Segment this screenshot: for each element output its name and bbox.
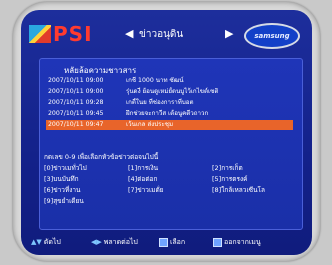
nav-left-arrow-icon[interactable]: ◀ [125,27,133,40]
ok-button-icon [159,237,168,247]
footer-select-label: เลือก [170,238,186,246]
news-row-text: เกตี้ในย ที่ช่องการาที่บอต [126,99,194,106]
news-row-text: ฝึกช่วยจะกาวีส เต้อนูคตีวถาวก [126,110,209,117]
category-item[interactable]: [3]บนบันทึก [44,174,126,184]
nav-right-arrow-icon[interactable]: ▶ [225,27,233,40]
news-panel: หลัยล้อความชาวสาร 2007/10/11 09:00 เกชี … [39,58,303,230]
footer-next[interactable]: ▲▼ ตัดไป [31,237,61,248]
header-nav[interactable]: ◀ ข่าวอนุดิน ▶ [125,26,237,44]
category-item[interactable]: [1]การเงิน [128,163,210,173]
footer-exit-label: ออกจากเมนู [224,238,261,246]
news-row-datetime: 2007/10/11 09:45 [48,110,104,117]
news-list: หลัยล้อความชาวสาร 2007/10/11 09:00 เกชี … [46,64,293,144]
news-row-datetime: 2007/10/11 09:00 [48,77,104,84]
category-item[interactable]: [2]การเก็ต [212,163,294,173]
psi-logo: PSI [29,22,92,46]
footer-exit[interactable]: ออกจากเมนู [213,237,261,248]
news-row[interactable]: 2007/10/11 09:00 รุ่นดงี่ ย้อนดูเหม่ยั้ด… [46,87,293,97]
tv-screen: PSI ◀ ข่าวอนุดิน ▶ samsung หลัยล้อความชา… [21,10,312,255]
left-right-icon: ◀▶ [91,238,102,246]
exit-button-icon [213,237,222,247]
psi-logo-text: PSI [53,22,93,46]
category-item[interactable]: [9]สุขยำเดียน [44,196,126,206]
footer-bar: ▲▼ ตัดไป ◀▶ พลาดต่อไป เลือก ออกจากเมนู [21,237,312,253]
category-item[interactable]: [5]การตรงค์ [212,174,294,184]
psi-logo-mark [29,25,51,43]
brand-logo: samsung [244,23,300,49]
category-item[interactable]: [0]ข่าวเมทั่วไป [44,163,126,173]
news-row[interactable]: 2007/10/11 09:28 เกตี้ในย ที่ช่องการาที่… [46,98,293,108]
news-row-selected[interactable]: 2007/10/11 09:47 เว้นเกล ส่งประชุม [46,120,293,130]
news-row-datetime: 2007/10/11 09:00 [48,88,104,95]
footer-next-label: ตัดไป [43,238,61,246]
news-row-text: เกชี 1000 นาท ซัฒน์ [126,77,184,84]
category-item[interactable]: [7]ข่าวเมตั่ย [128,185,210,195]
news-row[interactable]: 2007/10/11 09:00 เกชี 1000 นาท ซัฒน์ [46,76,293,86]
category-hint: กดเลข 0-9 เพื่อเลือกหัวข้อข่าวต่อจนไปนี้ [44,153,159,161]
news-row[interactable]: 2007/10/11 09:45 ฝึกช่วยจะกาวีส เต้อนูคต… [46,109,293,119]
footer-page-label: พลาดต่อไป [103,238,138,246]
news-row-text: รุ่นดงี่ ย้อนดูเหม่ยั้ดนบูไว้เกไขต์เซติ [126,88,219,95]
category-item[interactable]: [6]ข่าวที่งาน [44,185,126,195]
footer-select[interactable]: เลือก [159,237,185,248]
news-row-datetime: 2007/10/11 09:28 [48,99,104,106]
up-down-icon: ▲▼ [31,238,42,246]
news-row-text: เว้นเกล ส่งประชุม [126,121,174,128]
category-item[interactable]: [8]ใกล้เหลวเซีนโล [212,185,294,195]
footer-page[interactable]: ◀▶ พลาดต่อไป [91,237,138,248]
category-item[interactable]: [4]ต่อต่อก [128,174,210,184]
header-title: ข่าวอนุดิน [139,29,184,40]
news-row-datetime: 2007/10/11 09:47 [48,121,104,128]
category-grid: [0]ข่าวเมทั่วไป [1]การเงิน [2]การเก็ต [3… [44,163,296,213]
